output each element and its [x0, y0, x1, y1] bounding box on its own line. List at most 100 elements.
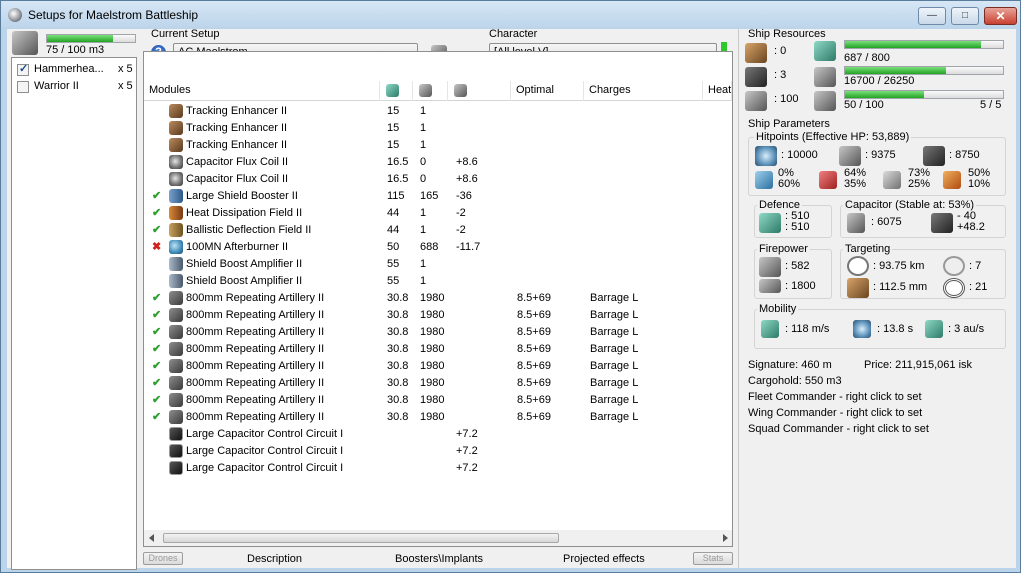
- module-row[interactable]: ✔ 800mm Repeating Artillery II 30.8 1980 8.5…: [144, 375, 732, 392]
- cargohold: Cargohold: 550 m3: [748, 375, 842, 387]
- module-row[interactable]: ✖ 100MN Afterburner II 50 688 -11.7: [144, 239, 732, 256]
- minimize-button[interactable]: —: [918, 7, 946, 25]
- module-powergrid: 1980: [420, 394, 445, 406]
- kinetic-resist-icon: [883, 171, 901, 189]
- module-row[interactable]: Large Capacitor Control Circuit I +7.2: [144, 426, 732, 443]
- panel-separator: [738, 29, 739, 568]
- module-row[interactable]: ✔ Heat Dissipation Field II 44 1 -2: [144, 205, 732, 222]
- cpu-icon: [814, 41, 836, 61]
- em-resist-icon: [755, 171, 773, 189]
- module-row[interactable]: ✔ 800mm Repeating Artillery II 30.8 1980 8.5…: [144, 409, 732, 426]
- module-name: 800mm Repeating Artillery II: [186, 377, 325, 389]
- module-powergrid: 1: [420, 258, 427, 270]
- left-tab-button[interactable]: Drones: [143, 552, 183, 565]
- ship-price: Price: 211,915,061 isk: [864, 359, 973, 371]
- active-check-icon[interactable]: ✔: [152, 308, 161, 321]
- module-row[interactable]: ✔ Large Shield Booster II 115 165 -36: [144, 188, 732, 205]
- module-icon: [169, 376, 183, 390]
- cpu-bar-fill: [845, 41, 981, 48]
- column-header-modules[interactable]: Modules: [144, 81, 380, 101]
- drone-checkbox[interactable]: [17, 81, 29, 93]
- module-row[interactable]: Tracking Enhancer II 15 1: [144, 137, 732, 154]
- close-button[interactable]: ✕: [984, 7, 1017, 25]
- module-optimal: 8.5+69: [517, 292, 551, 304]
- module-row[interactable]: ✔ 800mm Repeating Artillery II 30.8 1980 8.5…: [144, 358, 732, 375]
- shield-icon: [755, 146, 777, 166]
- module-row[interactable]: Capacitor Flux Coil II 16.5 0 +8.6: [144, 171, 732, 188]
- module-icon: [169, 308, 183, 322]
- squad-commander[interactable]: Squad Commander - right click to set: [748, 423, 929, 435]
- module-name: Tracking Enhancer II: [186, 139, 288, 151]
- active-check-icon[interactable]: ✔: [152, 325, 161, 338]
- module-icon: [169, 291, 183, 305]
- module-name: Large Shield Booster II: [186, 190, 298, 202]
- module-row[interactable]: Shield Boost Amplifier II 55 1: [144, 273, 732, 290]
- explosive-resist-icon: [943, 171, 961, 189]
- module-row[interactable]: Capacitor Flux Coil II 16.5 0 +8.6: [144, 154, 732, 171]
- column-header-powergrid[interactable]: [413, 81, 448, 101]
- active-check-icon[interactable]: ✔: [152, 291, 161, 304]
- turret-hardpoint-icon: [745, 43, 767, 63]
- module-row[interactable]: ✔ 800mm Repeating Artillery II 30.8 1980 8.5…: [144, 341, 732, 358]
- drone-item[interactable]: Hammerhea... x 5: [17, 62, 133, 78]
- module-row[interactable]: ✔ 800mm Repeating Artillery II 30.8 1980 8.5…: [144, 307, 732, 324]
- module-row[interactable]: Tracking Enhancer II 15 1: [144, 120, 732, 137]
- column-header-capacitor[interactable]: [448, 81, 511, 101]
- module-icon: [169, 206, 183, 220]
- module-row[interactable]: Tracking Enhancer II 15 1: [144, 103, 732, 120]
- module-row[interactable]: ✔ 800mm Repeating Artillery II 30.8 1980 8.5…: [144, 324, 732, 341]
- active-check-icon[interactable]: ✔: [152, 359, 161, 372]
- scan-resolution: : 112.5 mm: [873, 281, 928, 293]
- tab-description[interactable]: Description: [247, 553, 302, 565]
- active-check-icon[interactable]: ✔: [152, 410, 161, 423]
- active-check-icon[interactable]: ✔: [152, 189, 161, 202]
- active-check-icon[interactable]: ✔: [152, 376, 161, 389]
- module-icon: [169, 121, 183, 135]
- column-header-heat[interactable]: Heat: [703, 81, 732, 101]
- scrollbar-thumb[interactable]: [163, 533, 559, 543]
- thermal-armor-resist: 35%: [844, 178, 867, 190]
- scroll-left-icon[interactable]: [149, 534, 154, 542]
- tab-boosters-implants[interactable]: Boosters\Implants: [395, 553, 483, 565]
- column-header-charges[interactable]: Charges: [584, 81, 703, 101]
- horizontal-scrollbar[interactable]: [144, 530, 732, 546]
- module-row[interactable]: ✔ Ballistic Deflection Field II 44 1 -2: [144, 222, 732, 239]
- drone-item[interactable]: Warrior II x 5: [17, 79, 133, 95]
- align-time-icon: [853, 320, 871, 338]
- module-row[interactable]: ✔ 800mm Repeating Artillery II 30.8 1980 8.5…: [144, 290, 732, 307]
- maximize-button[interactable]: □: [951, 7, 979, 25]
- active-check-icon[interactable]: ✔: [152, 393, 161, 406]
- column-header-optimal[interactable]: Optimal: [511, 81, 584, 101]
- fleet-commander[interactable]: Fleet Commander - right click to set: [748, 391, 922, 403]
- drone-bandwidth-icon: [745, 91, 767, 111]
- target-range: : 93.75 km: [873, 260, 925, 272]
- drone-count: x 5: [118, 80, 133, 92]
- kinetic-resists: 73% 25%: [908, 168, 930, 190]
- module-powergrid: 1980: [420, 411, 445, 423]
- module-row[interactable]: Large Capacitor Control Circuit I +7.2: [144, 443, 732, 460]
- module-optimal: 8.5+69: [517, 394, 551, 406]
- target-range-icon: [847, 256, 869, 276]
- wing-commander[interactable]: Wing Commander - right click to set: [748, 407, 922, 419]
- module-row[interactable]: Shield Boost Amplifier II 55 1: [144, 256, 732, 273]
- module-cpu: 30.8: [387, 394, 409, 406]
- module-row[interactable]: ✔ 800mm Repeating Artillery II 30.8 1980 8.5…: [144, 392, 732, 409]
- right-tab-button[interactable]: Stats: [693, 552, 733, 565]
- module-icon: [169, 342, 183, 356]
- defence-value: : 510: [785, 221, 810, 233]
- module-row[interactable]: Large Capacitor Control Circuit I +7.2: [144, 460, 732, 477]
- tab-projected-effects[interactable]: Projected effects: [563, 553, 645, 565]
- drone-checkbox[interactable]: [17, 62, 29, 76]
- module-icon: [169, 257, 183, 271]
- scroll-right-icon[interactable]: [723, 534, 728, 542]
- active-check-icon[interactable]: ✔: [152, 342, 161, 355]
- drone-bay-bar-fill: [47, 35, 113, 42]
- active-check-icon[interactable]: ✔: [152, 206, 161, 219]
- scan-resolution-icon: [847, 278, 869, 298]
- module-name: Tracking Enhancer II: [186, 105, 288, 117]
- active-check-icon[interactable]: ✔: [152, 223, 161, 236]
- module-charges: Barrage L: [590, 343, 639, 355]
- capacitor-group: Capacitor (Stable at: 53%) : 6075 - 40 +4…: [840, 199, 1006, 238]
- column-header-cpu[interactable]: [380, 81, 413, 101]
- offline-cross-icon[interactable]: ✖: [152, 240, 161, 253]
